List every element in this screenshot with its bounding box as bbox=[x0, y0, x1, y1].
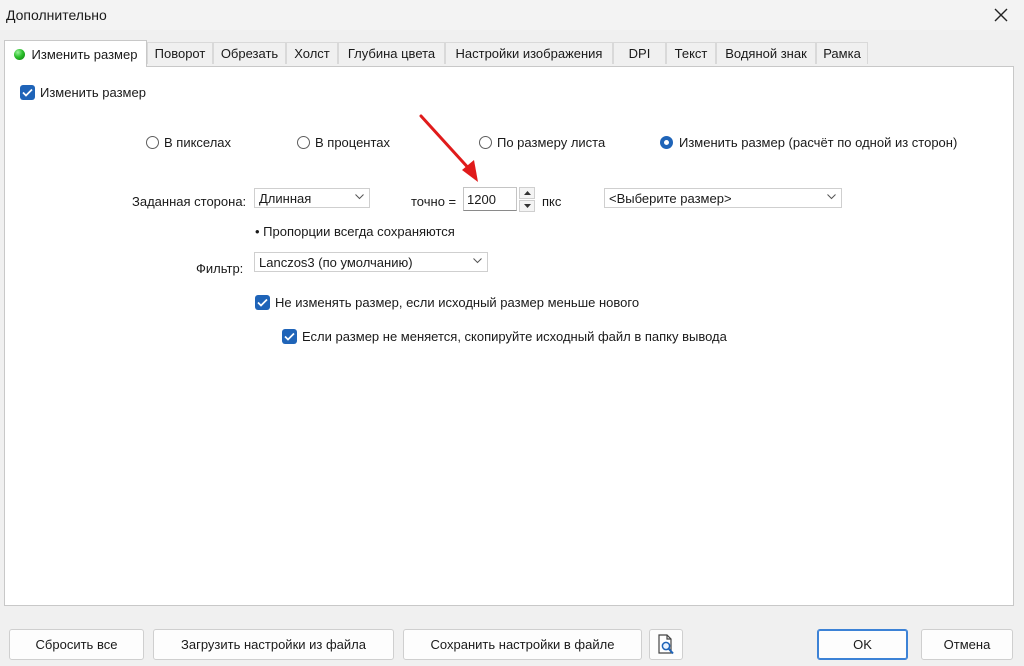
radio-one-side[interactable] bbox=[660, 136, 673, 149]
arrow-up-icon bbox=[523, 191, 531, 195]
size-decrement-button[interactable] bbox=[519, 200, 535, 212]
ok-label: OK bbox=[853, 637, 872, 652]
tab-resize[interactable]: Изменить размер bbox=[4, 40, 147, 67]
filter-select-value: Lanczos3 (по умолчанию) bbox=[259, 254, 413, 270]
window-title: Дополнительно bbox=[6, 7, 107, 23]
arrow-down-icon bbox=[523, 204, 531, 208]
side-select-value: Длинная bbox=[259, 190, 312, 206]
title-bar: Дополнительно bbox=[0, 0, 1024, 30]
tab-image-settings[interactable]: Настройки изображения bbox=[445, 42, 613, 64]
annotation-arrow bbox=[419, 114, 478, 182]
reset-all-button[interactable]: Сбросить все bbox=[9, 629, 144, 660]
tab-canvas[interactable]: Холст bbox=[286, 42, 338, 64]
copy-original-label: Если размер не меняется, скопируйте исхо… bbox=[302, 329, 727, 344]
chevron-down-icon bbox=[355, 194, 364, 200]
no-upscale-checkbox[interactable] bbox=[255, 295, 270, 310]
tab-strip: Изменить размер Поворот Обрезать Холст Г… bbox=[0, 40, 1024, 67]
size-increment-button[interactable] bbox=[519, 187, 535, 199]
load-settings-label: Загрузить настройки из файла bbox=[181, 637, 366, 652]
document-magnifier-icon bbox=[658, 633, 674, 654]
unit-label: пкс bbox=[542, 194, 562, 209]
size-input-value: 1200 bbox=[467, 191, 496, 207]
chevron-down-icon bbox=[827, 194, 836, 200]
checkmark-icon bbox=[22, 88, 33, 97]
size-input[interactable]: 1200 bbox=[463, 187, 517, 211]
preview-button[interactable] bbox=[649, 629, 683, 660]
copy-original-checkbox[interactable] bbox=[282, 329, 297, 344]
tab-crop[interactable]: Обрезать bbox=[213, 42, 286, 64]
tab-label: Текст bbox=[674, 46, 708, 61]
save-settings-button[interactable]: Сохранить настройки в файле bbox=[403, 629, 642, 660]
side-select[interactable]: Длинная bbox=[254, 188, 370, 208]
tab-label: Обрезать bbox=[220, 46, 279, 61]
preset-size-value: <Выберите размер> bbox=[609, 190, 732, 206]
close-button[interactable] bbox=[988, 3, 1014, 27]
side-label: Заданная сторона: bbox=[132, 194, 247, 209]
proportions-note: • Пропорции всегда сохраняются bbox=[255, 224, 455, 239]
tab-dpi[interactable]: DPI bbox=[613, 42, 666, 64]
tab-text[interactable]: Текст bbox=[666, 42, 716, 64]
tab-label: Водяной знак bbox=[725, 46, 807, 61]
load-settings-button[interactable]: Загрузить настройки из файла bbox=[153, 629, 394, 660]
close-icon bbox=[994, 8, 1008, 22]
radio-pixels[interactable] bbox=[146, 136, 159, 149]
tab-rotate[interactable]: Поворот bbox=[147, 42, 213, 64]
save-settings-label: Сохранить настройки в файле bbox=[430, 637, 615, 652]
tab-color-depth[interactable]: Глубина цвета bbox=[338, 42, 445, 64]
radio-pixels-label: В пикселах bbox=[164, 135, 232, 150]
checkmark-icon bbox=[257, 298, 268, 307]
tab-label: Настройки изображения bbox=[455, 46, 603, 61]
tab-label: Холст bbox=[294, 46, 330, 61]
enable-resize-checkbox[interactable] bbox=[20, 85, 35, 100]
cancel-label: Отмена bbox=[943, 637, 991, 652]
tab-watermark[interactable]: Водяной знак bbox=[716, 42, 816, 64]
tab-label: Изменить размер bbox=[31, 46, 138, 62]
radio-one-side-label: Изменить размер (расчёт по одной из стор… bbox=[679, 135, 958, 150]
radio-percent[interactable] bbox=[297, 136, 310, 149]
radio-page-size-label: По размеру листа bbox=[497, 135, 606, 150]
tab-label: Поворот bbox=[154, 46, 206, 61]
tab-label: Рамка bbox=[823, 46, 861, 61]
status-dot-icon bbox=[13, 48, 25, 60]
no-upscale-label: Не изменять размер, если исходный размер… bbox=[275, 295, 640, 310]
filter-select[interactable]: Lanczos3 (по умолчанию) bbox=[254, 252, 488, 272]
tab-label: Глубина цвета bbox=[347, 46, 436, 61]
filter-label: Фильтр: bbox=[196, 261, 244, 276]
ok-button[interactable]: OK bbox=[817, 629, 908, 660]
enable-resize-label: Изменить размер bbox=[40, 85, 146, 100]
chevron-down-icon bbox=[473, 258, 482, 264]
exact-label: точно = bbox=[411, 194, 457, 209]
checkmark-icon bbox=[284, 332, 295, 341]
radio-percent-label: В процентах bbox=[315, 135, 391, 150]
reset-all-label: Сбросить все bbox=[35, 637, 118, 652]
preset-size-select[interactable]: <Выберите размер> bbox=[604, 188, 842, 208]
cancel-button[interactable]: Отмена bbox=[921, 629, 1013, 660]
tab-frame[interactable]: Рамка bbox=[816, 42, 868, 64]
tab-label: DPI bbox=[628, 46, 651, 61]
